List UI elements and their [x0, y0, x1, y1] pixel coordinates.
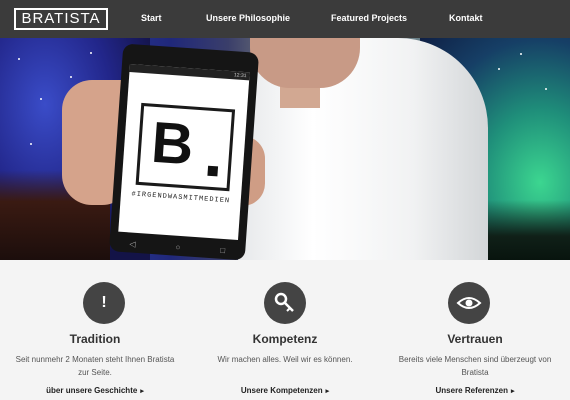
- nav-link-philosophie[interactable]: Unsere Philosophie: [206, 13, 290, 23]
- feature-link-label[interactable]: Unsere Referenzen: [436, 386, 508, 395]
- caret-right-icon: ▸: [140, 388, 144, 395]
- recents-icon: □: [220, 245, 226, 255]
- hero-image: 12:31 B #IRGENDWASMITMEDIEN ◁ ○ □: [0, 38, 570, 260]
- feature-title: Tradition: [69, 332, 121, 346]
- caret-right-icon: ▸: [510, 388, 515, 395]
- tree-silhouette-right: [480, 200, 570, 260]
- eye-icon: [448, 282, 490, 324]
- nav-link-start[interactable]: Start: [141, 13, 162, 23]
- site-logo[interactable]: BRATISTA: [14, 8, 108, 30]
- brand-dot: [207, 165, 219, 177]
- feature-text: Bereits viele Menschen sind überzeugt vo…: [398, 355, 552, 377]
- home-icon: ○: [175, 242, 181, 252]
- feature-link-label[interactable]: über unsere Geschichte: [46, 386, 137, 395]
- nav-link-featured-projects[interactable]: Featured Projects: [331, 13, 407, 23]
- eye-icon-svg: [456, 297, 482, 309]
- brand-mark: B: [135, 102, 236, 192]
- top-navigation: BRATISTA Start Unsere Philosophie Featur…: [0, 0, 570, 38]
- phone-statusbar: 12:31: [129, 64, 250, 81]
- key-icon: [264, 282, 306, 324]
- back-icon: ◁: [129, 238, 136, 249]
- feature-title: Kompetenz: [252, 332, 318, 346]
- smartphone: 12:31 B #IRGENDWASMITMEDIEN ◁ ○ □: [108, 43, 260, 260]
- phone-tagline: #IRGENDWASMITMEDIEN: [131, 190, 231, 206]
- feature-link-kompetenzen[interactable]: Unsere Kompetenzen ▸: [190, 386, 380, 395]
- features-section: ! Tradition Seit nunmehr 2 Monaten steht…: [0, 260, 570, 400]
- phone-screen: 12:31 B #IRGENDWASMITMEDIEN: [118, 64, 250, 240]
- feature-text: Seit nunmehr 2 Monaten steht Ihnen Brati…: [15, 355, 175, 377]
- feature-title: Vertrauen: [447, 332, 503, 346]
- brand-letter: B: [149, 109, 196, 178]
- feature-link-referenzen[interactable]: Unsere Referenzen ▸: [380, 386, 570, 395]
- feature-text: Wir machen alles. Weil wir es können.: [217, 355, 353, 364]
- feature-link-label[interactable]: Unsere Kompetenzen: [241, 386, 323, 395]
- nav-link-kontakt[interactable]: Kontakt: [449, 13, 483, 23]
- feature-link-geschichte[interactable]: über unsere Geschichte ▸: [0, 386, 190, 395]
- key-icon-svg: [274, 292, 294, 312]
- caret-right-icon: ▸: [325, 388, 330, 395]
- exclamation-icon: !: [83, 282, 125, 324]
